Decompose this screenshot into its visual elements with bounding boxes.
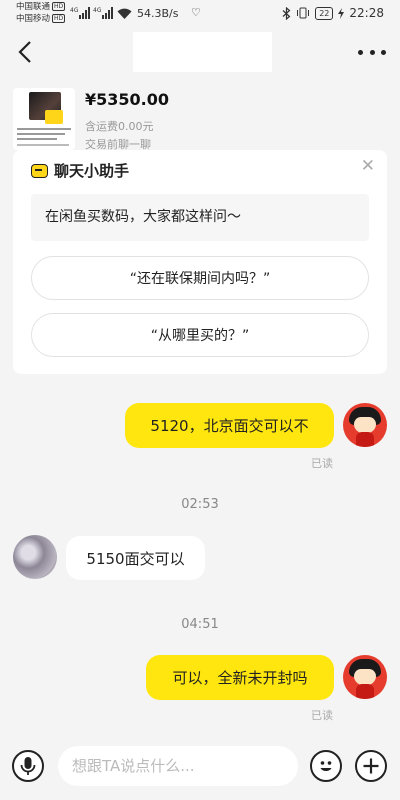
emoji-icon [320,761,332,772]
assistant-intro: 在闲鱼买数码，大家都这样问～ [31,194,369,241]
network-type-2: 4G [93,7,102,14]
plus-icon [363,758,379,774]
chat-header [0,30,400,76]
product-price: ¥5350.00 [85,90,170,109]
battery-icon: 22 [315,6,334,20]
hd-badge-1: HD [52,2,66,11]
quick-question-button[interactable]: “从哪里买的？” [31,313,369,357]
chat-assistant-card: 聊天小助手 ✕ 在闲鱼买数码，大家都这样问～ “还在联保期间内吗？” “从哪里买… [13,150,387,374]
hd-badge-2: HD [52,14,66,23]
status-bar: 中国联通 HD 中国移动 HD 4G 4G 54.3B/s ♡ 22 22:28 [0,0,400,30]
read-status: 已读 [311,457,333,470]
close-icon[interactable]: ✕ [361,156,375,176]
more-button[interactable] [358,41,386,63]
chat-bubble-icon [31,163,48,178]
product-thumbnail[interactable] [13,88,75,150]
message-bubble-sent[interactable]: 可以，全新未开封吗 [146,655,334,700]
avatar[interactable] [343,403,387,447]
more-actions-button[interactable] [355,750,387,782]
back-button[interactable] [14,40,38,64]
emoji-button[interactable] [310,750,342,782]
net-speed: 54.3B/s [137,7,179,20]
shipping-fee: 含运费0.00元 [85,120,154,133]
timestamp: 02:53 [181,497,219,512]
more-dots-icon [358,49,386,55]
message-input[interactable] [58,746,298,786]
voice-button[interactable] [12,750,44,782]
charging-icon [338,7,345,19]
bluetooth-icon [282,6,291,20]
vibrate-icon [297,7,310,19]
status-time: 22:28 [349,6,384,20]
signal-icon [102,7,114,19]
wifi-icon [117,8,132,19]
carrier-1: 中国联通 [16,2,51,12]
message-bubble-sent[interactable]: 5120，北京面交可以不 [125,403,334,448]
product-bar[interactable]: ¥5350.00 含运费0.00元 交易前聊一聊 [0,80,400,156]
read-status: 已读 [311,709,333,722]
signal-icon [79,7,91,19]
input-bar [0,736,400,800]
contact-name-area [133,32,272,72]
heart-icon: ♡ [191,6,201,19]
microphone-icon [20,757,36,775]
carrier-2: 中国移动 [16,14,51,24]
back-arrow-icon [18,41,31,63]
avatar[interactable] [343,655,387,699]
message-bubble-received[interactable]: 5150面交可以 [66,536,205,580]
avatar[interactable] [13,535,57,579]
assistant-title: 聊天小助手 [54,162,130,180]
network-type-1: 4G [70,7,79,14]
timestamp: 04:51 [181,617,219,632]
quick-question-button[interactable]: “还在联保期间内吗？” [31,256,369,300]
